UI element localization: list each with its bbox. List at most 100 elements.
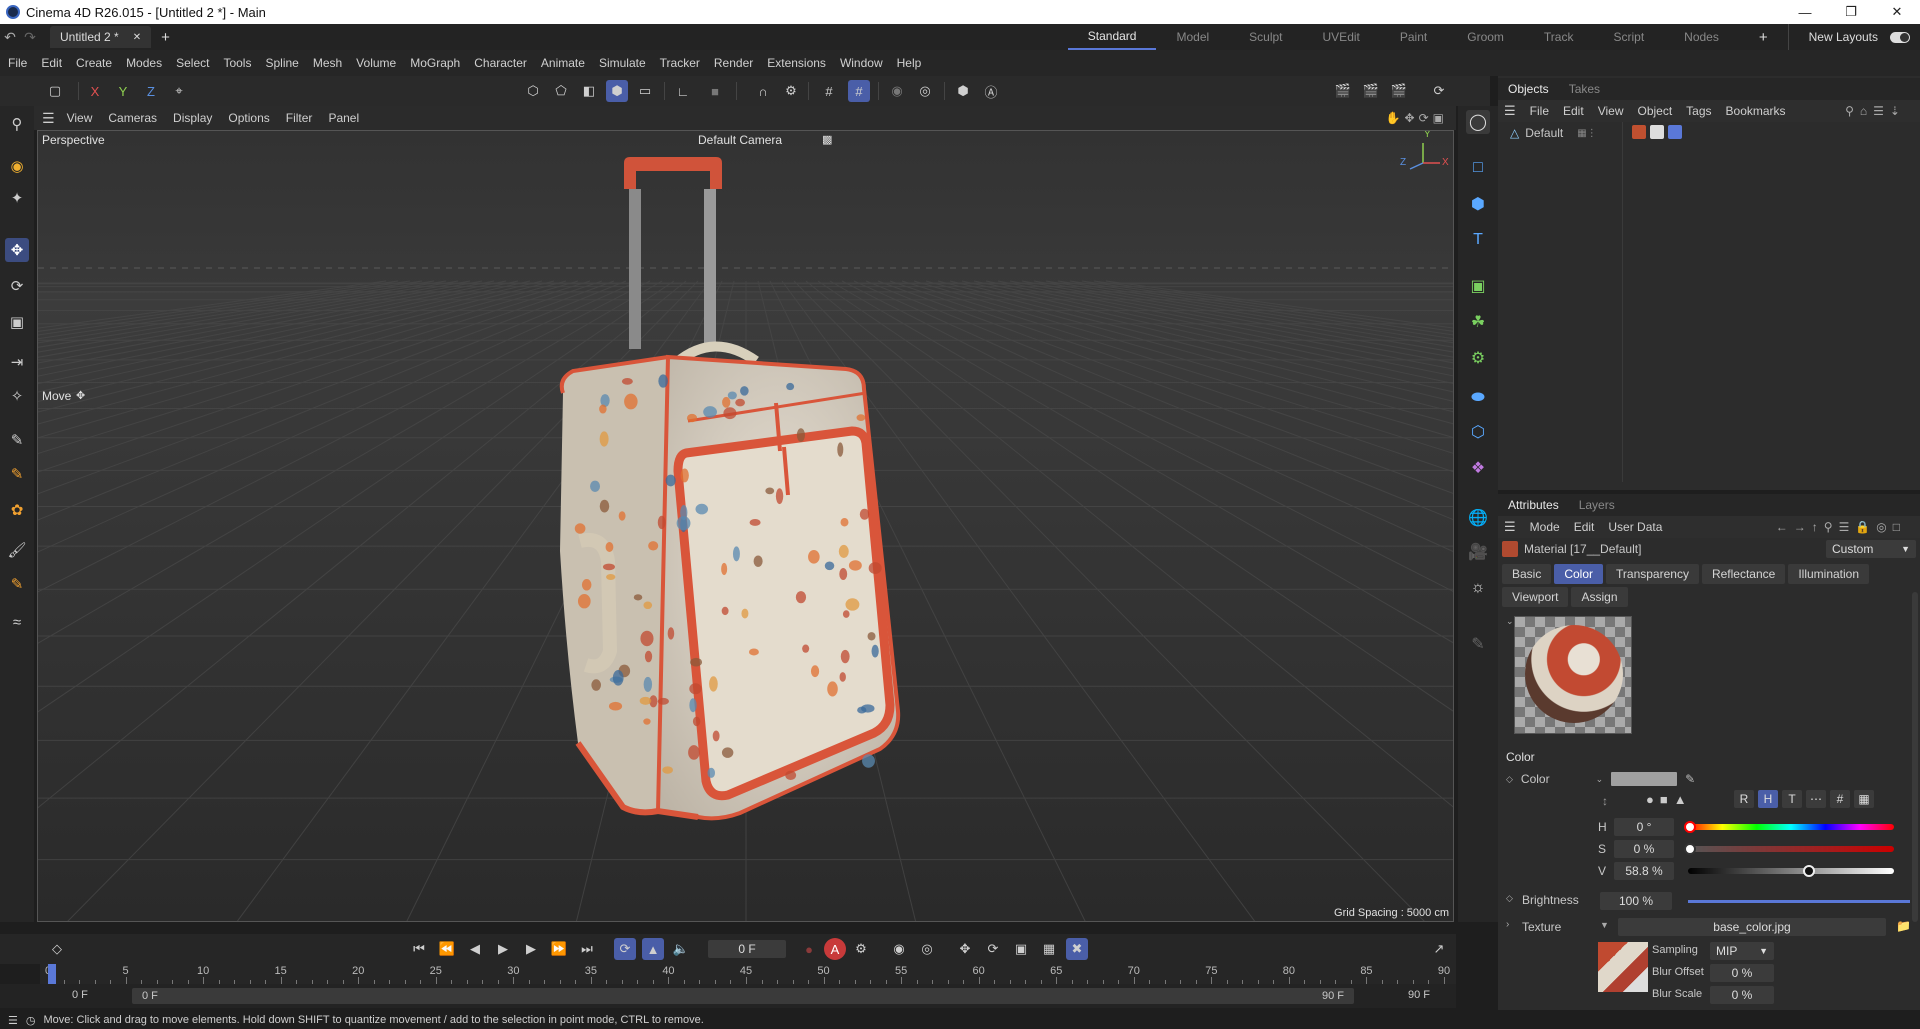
camera-object-icon[interactable]: 🎥 bbox=[1466, 540, 1490, 564]
attributes-hamburger-icon[interactable]: ☰ bbox=[1504, 519, 1516, 535]
go-to-end-button[interactable]: ⏭ bbox=[576, 938, 598, 960]
camera-tool-icon[interactable]: ◯ bbox=[1466, 110, 1490, 134]
brush-icon[interactable]: 🖌 bbox=[5, 538, 29, 562]
viewport-menu-view[interactable]: View bbox=[67, 111, 93, 125]
objects-menu-object[interactable]: Object bbox=[1637, 104, 1672, 118]
snap-settings-icon[interactable]: ⚙ bbox=[780, 80, 802, 102]
viewport-navigation-icons[interactable]: ✋✥⟳▣ bbox=[1386, 111, 1448, 125]
viewport-menu-display[interactable]: Display bbox=[173, 111, 212, 125]
color-spectrum-icon[interactable]: ■ bbox=[1660, 792, 1668, 807]
y-axis-lock-button[interactable]: Y bbox=[112, 80, 134, 102]
viewport-menu-panel[interactable]: Panel bbox=[328, 111, 359, 125]
edit-render-settings-icon[interactable]: 🎬 bbox=[1388, 80, 1410, 102]
menu-help[interactable]: Help bbox=[897, 56, 922, 70]
uvw-tag-icon[interactable] bbox=[1650, 125, 1664, 139]
menu-modes[interactable]: Modes bbox=[126, 56, 162, 70]
scale-tool-icon[interactable]: ▣ bbox=[5, 310, 29, 334]
tab-layers[interactable]: Layers bbox=[1569, 498, 1625, 512]
move-tool-icon[interactable]: ✥ bbox=[5, 238, 29, 262]
channel-tab-assign[interactable]: Assign bbox=[1571, 587, 1628, 607]
cloner-icon[interactable]: ☘ bbox=[1466, 310, 1490, 334]
render-settings-icon[interactable]: ⬢ bbox=[952, 80, 974, 102]
objects-menu-tags[interactable]: Tags bbox=[1686, 104, 1711, 118]
layout-uvedit[interactable]: UVEdit bbox=[1303, 24, 1380, 50]
coordinate-system-icon[interactable]: ⌖ bbox=[168, 80, 190, 102]
playhead[interactable] bbox=[48, 964, 56, 984]
hue-slider[interactable] bbox=[1688, 824, 1894, 830]
attributes-menu-userdata[interactable]: User Data bbox=[1608, 520, 1662, 534]
polygons-mode-icon[interactable]: ◧ bbox=[578, 80, 600, 102]
layout-standard[interactable]: Standard bbox=[1067, 24, 1157, 50]
rgb-mode-button[interactable]: R bbox=[1734, 790, 1754, 808]
tab-attributes[interactable]: Attributes bbox=[1498, 498, 1569, 512]
menu-extensions[interactable]: Extensions bbox=[767, 56, 826, 70]
render-view-icon[interactable]: 🎬 bbox=[1332, 80, 1354, 102]
saturation-field[interactable]: 0 % bbox=[1614, 840, 1674, 858]
blur-scale-field[interactable]: 0 % bbox=[1710, 986, 1774, 1004]
texture-expand-icon[interactable]: › bbox=[1506, 919, 1509, 930]
visibility-dots-icon[interactable]: ▦⋮ bbox=[1577, 128, 1596, 139]
material-tag-icon[interactable] bbox=[1632, 125, 1646, 139]
channel-tab-reflectance[interactable]: Reflectance bbox=[1701, 564, 1786, 584]
keyframe-diamond-icon[interactable]: ◇ bbox=[46, 938, 68, 960]
text-object-icon[interactable]: T bbox=[1466, 228, 1490, 252]
end-frame[interactable]: 90 F bbox=[1408, 989, 1430, 1001]
smoothing-icon[interactable]: ≈ bbox=[5, 610, 29, 634]
key-param-icon[interactable]: ▦ bbox=[1038, 938, 1060, 960]
key-settings-icon[interactable]: ⚙ bbox=[850, 938, 872, 960]
axis-mode-icon[interactable]: ∟ bbox=[672, 80, 694, 102]
edit-icon[interactable]: ✎ bbox=[1466, 632, 1490, 656]
scene-object-icon[interactable]: ❖ bbox=[1466, 456, 1490, 480]
search-icon[interactable]: ⚲ bbox=[5, 112, 29, 136]
tab-objects[interactable]: Objects bbox=[1498, 82, 1559, 96]
menu-create[interactable]: Create bbox=[76, 56, 112, 70]
objects-menu-edit[interactable]: Edit bbox=[1563, 104, 1584, 118]
menu-tools[interactable]: Tools bbox=[223, 56, 251, 70]
texture-thumbnail[interactable] bbox=[1598, 942, 1648, 992]
hex-mode-button[interactable]: # bbox=[1830, 790, 1850, 808]
rotate-tool-icon[interactable]: ⟳ bbox=[5, 274, 29, 298]
generator-icon[interactable]: ▣ bbox=[1466, 274, 1490, 298]
document-tab[interactable]: Untitled 2 * ✕ bbox=[50, 26, 152, 48]
value-slider-handle[interactable] bbox=[1803, 865, 1816, 877]
grid-icon[interactable]: # bbox=[818, 80, 840, 102]
preview-start[interactable]: 0 F bbox=[142, 990, 158, 1002]
objects-search-icon[interactable]: ⚲⌂☰⇣ bbox=[1845, 104, 1906, 118]
snap-tool-icon[interactable]: ✧ bbox=[5, 384, 29, 408]
mixing-mode-button[interactable]: ⋯ bbox=[1806, 790, 1826, 808]
object-name[interactable]: Default bbox=[1525, 126, 1563, 140]
preset-dropdown[interactable]: Custom ▼ bbox=[1826, 540, 1916, 558]
live-selection-icon[interactable]: ✦ bbox=[5, 186, 29, 210]
objects-hamburger-icon[interactable]: ☰ bbox=[1504, 103, 1516, 119]
kelvin-mode-button[interactable]: T bbox=[1782, 790, 1802, 808]
attributes-nav-icons[interactable]: ←→↑⚲☰🔒◎□ bbox=[1776, 520, 1906, 534]
minimize-button[interactable]: — bbox=[1782, 0, 1828, 24]
timeline-ruler[interactable]: 051015202530354045505560657075808590 bbox=[40, 964, 1456, 984]
swatches-mode-button[interactable]: ▦ bbox=[1854, 790, 1874, 808]
new-layouts-toggle[interactable] bbox=[1890, 31, 1910, 43]
workplane-icon[interactable]: # bbox=[848, 80, 870, 102]
motion-record-icon[interactable]: ◎ bbox=[916, 938, 938, 960]
transform-tool-icon[interactable]: ⇥ bbox=[5, 350, 29, 374]
new-layouts-label[interactable]: New Layouts bbox=[1787, 24, 1878, 50]
spline-pen-icon[interactable]: ✎ bbox=[5, 428, 29, 452]
key-pla-icon[interactable]: ✖ bbox=[1066, 938, 1088, 960]
menu-mograph[interactable]: MoGraph bbox=[410, 56, 460, 70]
menu-character[interactable]: Character bbox=[474, 56, 527, 70]
spline-object-icon[interactable]: ⬡ bbox=[1466, 420, 1490, 444]
loop-button[interactable]: ⟳ bbox=[614, 938, 636, 960]
preview-range-bar[interactable]: 0 F 90 F bbox=[132, 988, 1354, 1004]
redo-icon[interactable]: ↷ bbox=[20, 29, 40, 46]
previous-key-button[interactable]: ⏪ bbox=[436, 938, 458, 960]
polygon-pen-icon[interactable]: ✿ bbox=[5, 498, 29, 522]
key-position-icon[interactable]: ✥ bbox=[954, 938, 976, 960]
undo-icon[interactable]: ↶ bbox=[0, 29, 20, 46]
eyedropper-icon[interactable]: ✎ bbox=[1685, 772, 1695, 786]
color-image-icon[interactable]: ▲ bbox=[1674, 792, 1687, 807]
object-mode-icon[interactable]: ▢ bbox=[44, 80, 66, 102]
snap-magnet-icon[interactable]: ∩ bbox=[752, 80, 774, 102]
x-axis-lock-button[interactable]: X bbox=[84, 80, 106, 102]
attributes-menu-edit[interactable]: Edit bbox=[1574, 520, 1595, 534]
menu-render[interactable]: Render bbox=[714, 56, 753, 70]
value-slider[interactable] bbox=[1688, 868, 1894, 874]
